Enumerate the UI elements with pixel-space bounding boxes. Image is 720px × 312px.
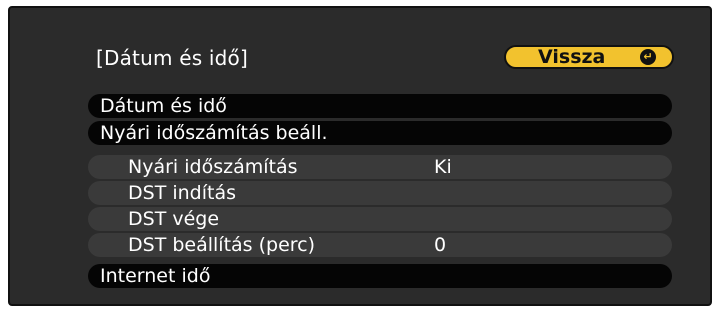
menu-item-dst[interactable]: Nyári időszámítás Ki <box>88 155 672 179</box>
menu-item-dst-start[interactable]: DST indítás <box>88 181 672 205</box>
menu-item-label: Dátum és idő <box>100 95 227 117</box>
menu-item-label: DST beállítás (perc) <box>128 234 316 256</box>
menu-item-label: Nyári időszámítás beáll. <box>100 122 328 144</box>
settings-screen: [Dátum és idő] Vissza ↵ Dátum és idő Nyá… <box>8 6 712 306</box>
menu-item-date-time[interactable]: Dátum és idő <box>88 94 672 118</box>
menu-item-internet-time[interactable]: Internet idő <box>88 264 672 288</box>
menu-item-dst-settings[interactable]: Nyári időszámítás beáll. <box>88 121 672 145</box>
menu-item-dst-end[interactable]: DST vége <box>88 207 672 231</box>
page-title: [Dátum és idő] <box>96 46 248 70</box>
menu-item-label: Internet idő <box>100 265 211 287</box>
menu-item-value: Ki <box>434 156 452 178</box>
menu-item-dst-adjustment[interactable]: DST beállítás (perc) 0 <box>88 233 672 257</box>
enter-icon: ↵ <box>640 49 656 65</box>
menu-item-value: 0 <box>434 234 447 256</box>
back-button[interactable]: Vissza ↵ <box>504 45 674 69</box>
menu-item-label: DST indítás <box>128 182 236 204</box>
back-button-label: Vissza <box>538 46 606 68</box>
menu-item-label: Nyári időszámítás <box>128 156 298 178</box>
menu-item-label: DST vége <box>128 208 220 230</box>
